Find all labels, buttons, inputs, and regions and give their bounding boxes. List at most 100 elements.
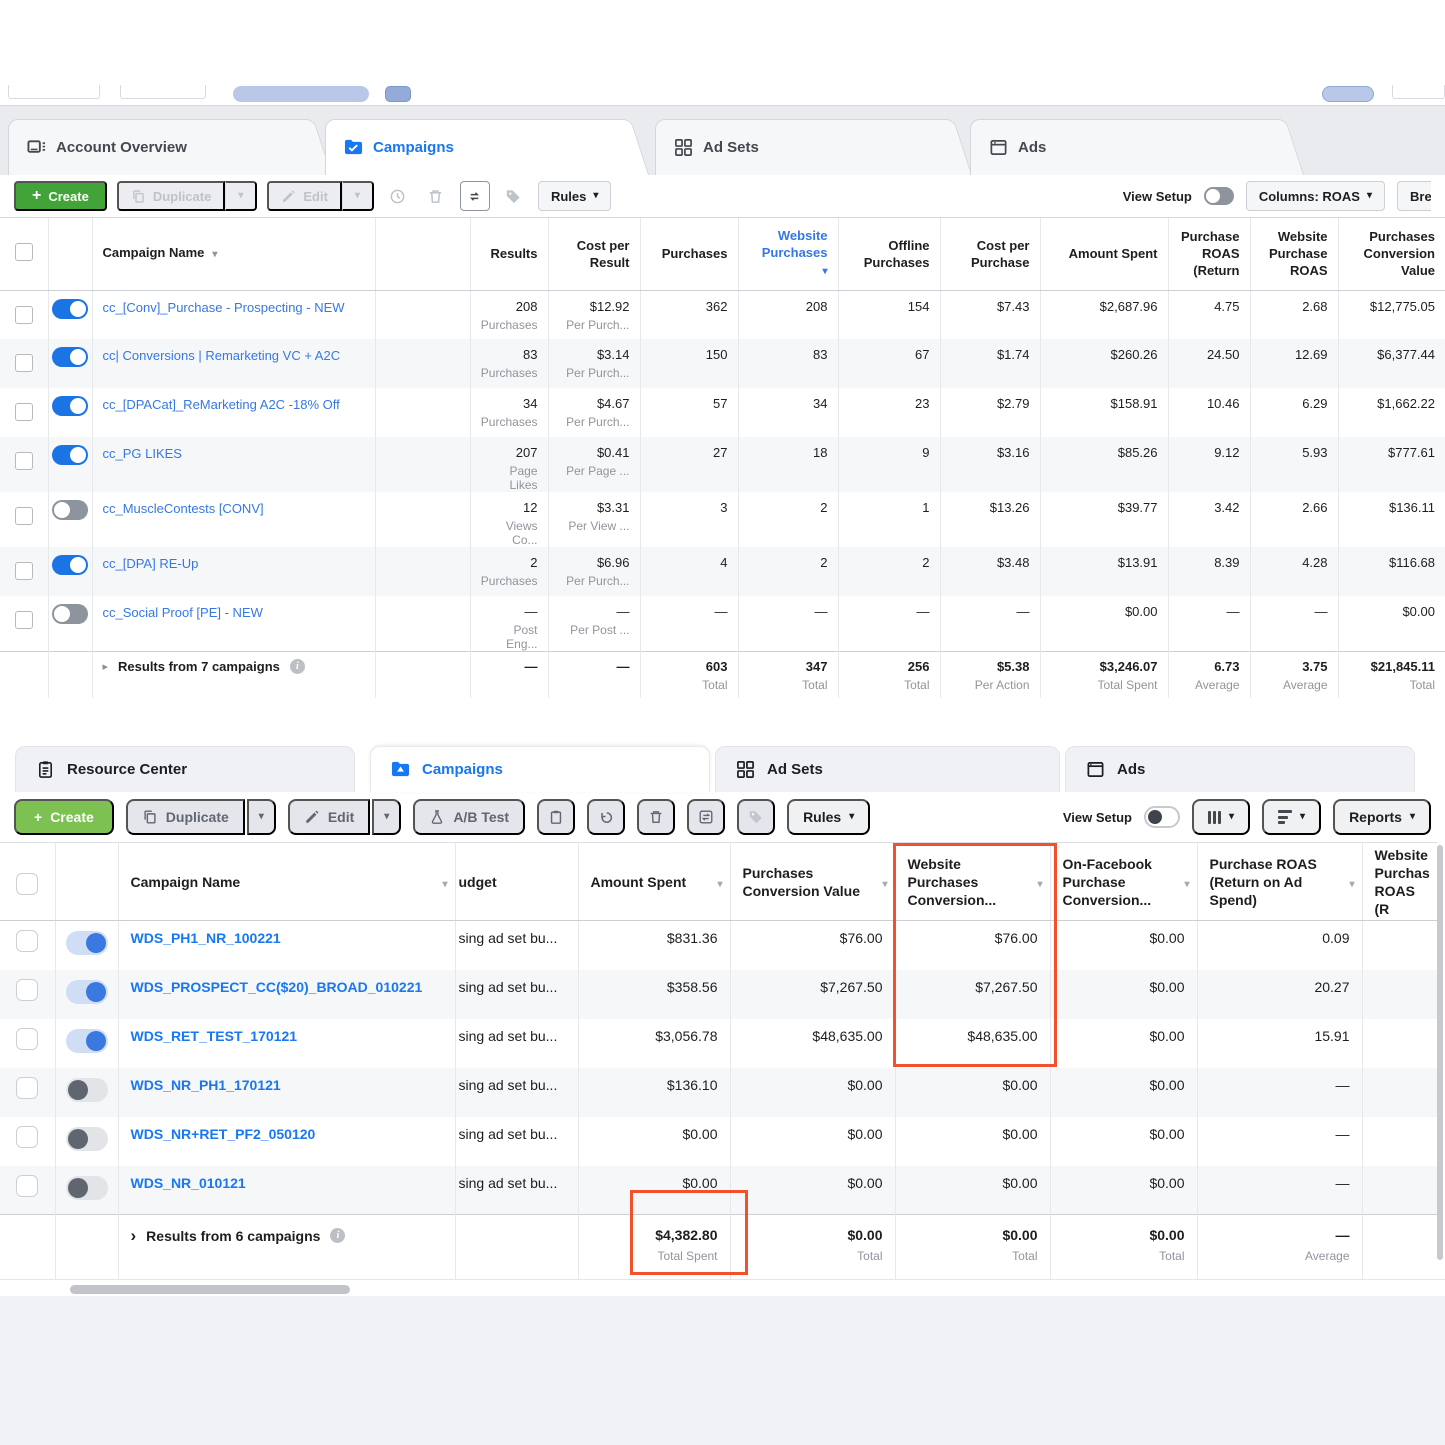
campaign-name-link[interactable]: cc| Conversions | Remarketing VC + A2C (103, 348, 341, 363)
campaign-status-toggle[interactable] (52, 445, 88, 465)
col-amount-spent-header[interactable]: Amount Spent (1040, 218, 1168, 290)
col-purchase-roas-header[interactable]: Purchase ROAS (Return (1168, 218, 1250, 290)
row-checkbox[interactable] (15, 562, 33, 580)
tab-ad-sets[interactable]: Ad Sets (715, 746, 1060, 792)
col-cost-per-purchase-header[interactable]: Cost per Purchase (940, 218, 1040, 290)
tab-campaigns[interactable]: Campaigns (325, 119, 625, 175)
col-purchases-header[interactable]: Purchases (640, 218, 738, 290)
campaign-status-toggle[interactable] (52, 299, 88, 319)
edit-button[interactable]: Edit (267, 181, 342, 211)
campaign-status-toggle[interactable] (52, 500, 88, 520)
col-on-facebook-purchase-conversion-header[interactable]: On-Facebook Purchase Conversion...▾ (1050, 843, 1197, 921)
create-button[interactable]: +Create (14, 181, 107, 211)
view-setup-toggle[interactable] (1144, 806, 1180, 828)
col-budget-header[interactable]: udget (455, 843, 578, 921)
col-amount-spent-header[interactable]: Amount Spent▾ (578, 843, 730, 921)
expand-chevron-icon[interactable]: ▸ (103, 660, 109, 673)
breakdown-button[interactable]: ▾ (1262, 799, 1321, 835)
row-checkbox[interactable] (15, 611, 33, 629)
campaign-name-link[interactable]: cc_MuscleContests [CONV] (103, 501, 264, 516)
edit-button[interactable]: Edit (288, 799, 370, 835)
columns-button[interactable]: Columns: ROAS▾ (1246, 181, 1385, 211)
reports-button[interactable]: Reports▾ (1333, 799, 1431, 835)
select-all-checkbox[interactable] (16, 873, 38, 895)
delete-button[interactable] (422, 182, 450, 210)
scrollbar-thumb[interactable] (70, 1285, 350, 1294)
campaign-name-link[interactable]: WDS_PROSPECT_CC($20)_BROAD_010221 (131, 979, 423, 995)
campaign-name-link[interactable]: cc_[Conv]_Purchase - Prospecting - NEW (103, 300, 345, 315)
col-cost-per-result-header[interactable]: Cost per Result (548, 218, 640, 290)
campaign-status-toggle[interactable] (66, 931, 108, 955)
campaign-name-link[interactable]: WDS_NR+RET_PF2_050120 (131, 1126, 316, 1142)
delete-button[interactable] (637, 799, 675, 835)
tab-account-overview[interactable]: Account Overview (8, 119, 308, 175)
campaign-status-toggle[interactable] (66, 1176, 108, 1200)
duplicate-button[interactable]: Duplicate (126, 799, 245, 835)
duplicate-button[interactable]: Duplicate (117, 181, 226, 211)
rules-button[interactable]: Rules▾ (787, 799, 870, 835)
duplicate-dropdown-button[interactable]: ▾ (225, 181, 257, 211)
campaign-name-link[interactable]: WDS_NR_010121 (131, 1175, 246, 1191)
campaign-name-link[interactable]: cc_[DPA] RE-Up (103, 556, 199, 571)
campaign-status-toggle[interactable] (66, 1127, 108, 1151)
campaign-name-link[interactable]: cc_Social Proof [PE] - NEW (103, 605, 263, 620)
tag-button[interactable] (500, 182, 528, 210)
campaign-status-toggle[interactable] (52, 347, 88, 367)
tab-ad-sets[interactable]: Ad Sets (655, 119, 948, 175)
history-button[interactable] (384, 182, 412, 210)
col-results-header[interactable]: Results (470, 218, 548, 290)
campaign-name-link[interactable]: WDS_RET_TEST_170121 (131, 1028, 298, 1044)
col-website-purchase-roas-header[interactable]: Website Purchas ROAS (R (1362, 843, 1437, 921)
row-checkbox[interactable] (15, 403, 33, 421)
view-setup-toggle[interactable] (1204, 187, 1234, 205)
ab-test-button[interactable]: A/B Test (413, 799, 525, 835)
tab-resource-center[interactable]: Resource Center (15, 746, 355, 792)
col-purchases-conversion-value-header[interactable]: Purchases Conversion Value (1338, 218, 1445, 290)
undo-button[interactable] (587, 799, 625, 835)
col-campaign-name-header[interactable]: Campaign Name▾ (118, 843, 455, 921)
create-button[interactable]: +Create (14, 799, 114, 835)
select-all-checkbox[interactable] (15, 243, 33, 261)
col-campaign-name-header[interactable]: Campaign Name▾ (92, 218, 375, 290)
col-website-purchases-conversion-header[interactable]: Website Purchases Conversion...▾ (895, 843, 1050, 921)
col-offline-purchases-header[interactable]: Offline Purchases (838, 218, 940, 290)
campaign-name-link[interactable]: WDS_NR_PH1_170121 (131, 1077, 281, 1093)
row-checkbox[interactable] (15, 354, 33, 372)
horizontal-scrollbar[interactable] (0, 1279, 1445, 1298)
rules-button[interactable]: Rules▾ (538, 181, 611, 211)
duplicate-dropdown-button[interactable]: ▾ (247, 799, 276, 835)
edit-dropdown-button[interactable]: ▾ (372, 799, 401, 835)
campaign-status-toggle[interactable] (52, 396, 88, 416)
columns-button[interactable]: ▾ (1192, 799, 1250, 835)
tag-button[interactable] (737, 799, 775, 835)
campaign-status-toggle[interactable] (52, 604, 88, 624)
row-checkbox[interactable] (16, 930, 38, 952)
campaign-name-link[interactable]: WDS_PH1_NR_100221 (131, 930, 281, 946)
info-icon[interactable]: i (290, 659, 305, 674)
col-purchase-roas-header[interactable]: Purchase ROAS (Return on Ad Spend)▾ (1197, 843, 1362, 921)
tab-ads[interactable]: Ads (1065, 746, 1415, 792)
campaign-name-link[interactable]: cc_PG LIKES (103, 446, 182, 461)
campaign-status-toggle[interactable] (52, 555, 88, 575)
tab-ads[interactable]: Ads (970, 119, 1280, 175)
vertical-scrollbar[interactable] (1437, 845, 1443, 1260)
row-checkbox[interactable] (15, 507, 33, 525)
col-website-purchase-roas-header[interactable]: Website Purchase ROAS (1250, 218, 1338, 290)
copy-id-button[interactable] (537, 799, 575, 835)
campaign-status-toggle[interactable] (66, 1029, 108, 1053)
export-button[interactable] (460, 181, 490, 211)
campaign-name-link[interactable]: cc_[DPACat]_ReMarketing A2C -18% Off (103, 397, 340, 412)
row-checkbox[interactable] (16, 979, 38, 1001)
campaign-status-toggle[interactable] (66, 1078, 108, 1102)
campaign-status-toggle[interactable] (66, 980, 108, 1004)
expand-chevron-icon[interactable]: › (131, 1227, 137, 1244)
col-website-purchases-header[interactable]: Website Purchases ▾ (738, 218, 838, 290)
export-button[interactable] (687, 799, 725, 835)
row-checkbox[interactable] (15, 306, 33, 324)
row-checkbox[interactable] (16, 1126, 38, 1148)
info-icon[interactable]: i (330, 1228, 345, 1243)
edit-dropdown-button[interactable]: ▾ (342, 181, 374, 211)
breakdown-button[interactable]: Bre (1397, 181, 1431, 211)
tab-campaigns[interactable]: Campaigns (370, 746, 710, 792)
row-checkbox[interactable] (16, 1028, 38, 1050)
